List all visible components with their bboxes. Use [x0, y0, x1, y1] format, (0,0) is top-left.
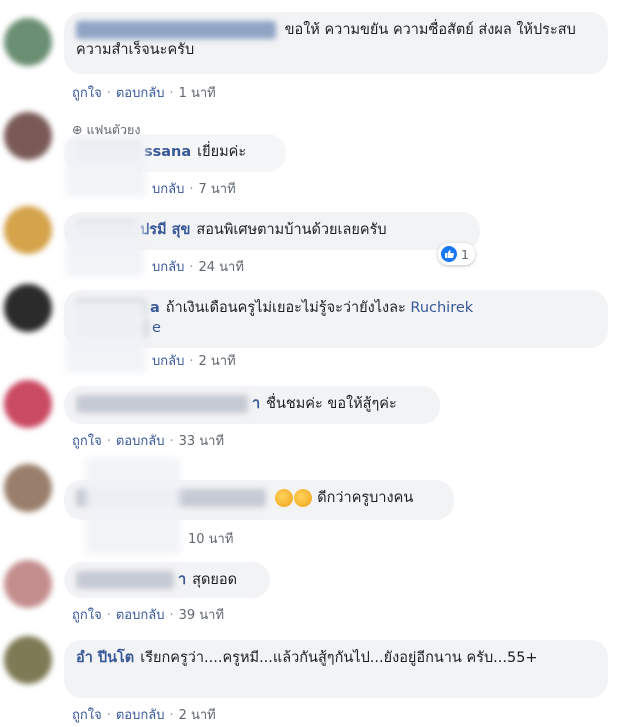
- comment-actions: ถูกใจ · ตอบกลับ · 33 นาที: [72, 434, 225, 449]
- comment-bubble: ขอให้ ความขยัน ความซื่อสัตย์ ส่งผล ให้ปร…: [64, 12, 608, 74]
- author-name[interactable]: ssana: [144, 144, 191, 160]
- reaction-count[interactable]: 1: [438, 243, 475, 265]
- comment-text: ชื่นชมค่ะ ขอให้สู้ๆค่ะ: [266, 396, 397, 412]
- privacy-blur: [66, 220, 144, 276]
- reply-link[interactable]: บกลับ: [152, 260, 184, 275]
- comment-text: สอนพิเศษตามบ้านด้วยเลยครับ: [196, 222, 387, 238]
- reply-link[interactable]: บกลับ: [152, 182, 184, 197]
- clap-emoji-icon: [293, 489, 312, 507]
- avatar[interactable]: [4, 284, 52, 332]
- comment-actions: บกลับ · 2 นาที: [152, 354, 236, 369]
- like-link[interactable]: ถูกใจ: [72, 708, 102, 723]
- reply-link[interactable]: ตอบกลับ: [116, 86, 165, 101]
- timestamp[interactable]: 10 นาที: [188, 532, 233, 547]
- author-name[interactable]: อำ ปีนโต: [76, 650, 134, 666]
- avatar[interactable]: [4, 636, 52, 684]
- author-name[interactable]: a: [150, 300, 160, 316]
- mention-link[interactable]: Ruchirek: [410, 300, 473, 316]
- avatar[interactable]: [4, 18, 52, 66]
- comment-actions: ถูกใจ · ตอบกลับ · 2 นาที: [72, 708, 216, 723]
- author-name[interactable]: า: [252, 396, 260, 412]
- reply-link[interactable]: ตอบกลับ: [116, 434, 165, 449]
- comment-bubble: อำ ปีนโต เรียกครูว่า....ครูหมี...แล้วกันส…: [64, 640, 608, 698]
- avatar[interactable]: [4, 112, 52, 160]
- like-link[interactable]: ถูกใจ: [72, 86, 102, 101]
- author-name-blurred[interactable]: [76, 21, 276, 39]
- timestamp[interactable]: 1 นาที: [179, 86, 216, 101]
- like-link[interactable]: ถูกใจ: [72, 434, 102, 449]
- reply-link[interactable]: ตอบกลับ: [116, 708, 165, 723]
- like-link[interactable]: ถูกใจ: [72, 608, 102, 623]
- timestamp[interactable]: 7 นาที: [198, 182, 235, 197]
- mention-tail[interactable]: e: [152, 320, 161, 336]
- author-name[interactable]: า: [178, 572, 186, 588]
- comment-bubble: า ชื่นชมค่ะ ขอให้สู้ๆค่ะ: [64, 386, 440, 424]
- comment-text: เยี่ยมค่ะ: [197, 144, 247, 160]
- timestamp[interactable]: 33 นาที: [179, 434, 224, 449]
- reply-link[interactable]: บกลับ: [152, 354, 184, 369]
- avatar[interactable]: [4, 560, 52, 608]
- author-name-blurred[interactable]: [76, 571, 174, 589]
- comment-actions: บกลับ · 7 นาที: [152, 182, 236, 197]
- timestamp[interactable]: 24 นาที: [198, 260, 243, 275]
- comment-text: ดีกว่าครูบางคน: [317, 490, 414, 506]
- comment-actions: ถูกใจ · ตอบกลับ · 1 นาที: [72, 86, 216, 101]
- privacy-blur: [86, 458, 180, 554]
- reply-link[interactable]: ตอบกลับ: [116, 608, 165, 623]
- comment-text: สุดยอด: [192, 572, 238, 588]
- timestamp[interactable]: 2 นาที: [198, 354, 235, 369]
- avatar[interactable]: [4, 464, 52, 512]
- comment-actions: 10 นาที: [188, 528, 233, 549]
- timestamp[interactable]: 2 นาที: [179, 708, 216, 723]
- privacy-blur: [66, 300, 146, 372]
- comment-actions: ถูกใจ · ตอบกลับ · 39 นาที: [72, 608, 225, 623]
- avatar[interactable]: [4, 380, 52, 428]
- comment-text: ถ้าเงินเดือนครูไม่เยอะไม่รู้จะว่ายังไงละ: [165, 300, 406, 316]
- clap-emoji-icon: [274, 489, 293, 507]
- author-name[interactable]: ปรมี สุข: [140, 222, 190, 238]
- comment-actions: บกลับ · 24 นาที: [152, 260, 244, 275]
- comment-text: เรียกครูว่า....ครูหมี...แล้วกันสู้ๆกันไป…: [140, 650, 538, 666]
- reaction-count-value: 1: [461, 246, 469, 262]
- privacy-blur: [66, 140, 146, 196]
- author-name-blurred[interactable]: [76, 395, 248, 413]
- avatar[interactable]: [4, 206, 52, 254]
- timestamp[interactable]: 39 นาที: [179, 608, 224, 623]
- thumbs-up-icon: [441, 246, 457, 262]
- comment-bubble: า สุดยอด: [64, 562, 270, 598]
